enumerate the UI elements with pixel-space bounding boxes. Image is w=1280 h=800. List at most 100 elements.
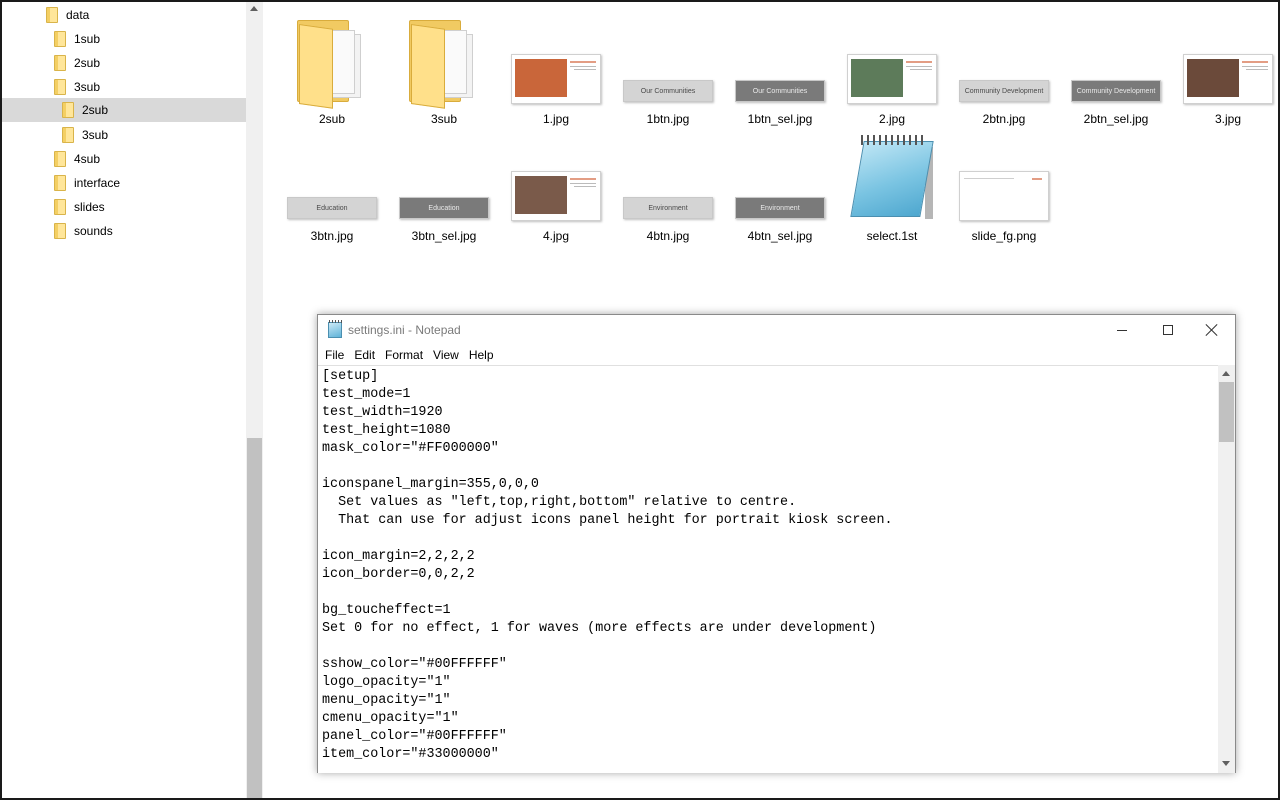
scroll-up-arrow-icon[interactable]: [1222, 371, 1230, 376]
menu-edit[interactable]: Edit: [349, 345, 380, 365]
file-item-image[interactable]: Our Communities 1btn_sel.jpg: [724, 10, 836, 126]
image-thumbnail: [847, 54, 937, 104]
editor-line: That can use for adjust icons panel heig…: [322, 513, 893, 528]
title-bar[interactable]: settings.ini - Notepad: [318, 315, 1235, 345]
maximize-button[interactable]: [1145, 315, 1191, 345]
tree-item-label: data: [66, 8, 90, 22]
file-item-image[interactable]: 3.jpg: [1172, 10, 1278, 126]
editor-line: test_height=1080: [322, 423, 451, 438]
scrollbar-thumb[interactable]: [1219, 382, 1234, 442]
image-thumbnail: [511, 171, 601, 221]
tree-item-sounds[interactable]: sounds: [54, 220, 246, 242]
tree-item-2sub-nested[interactable]: 2sub: [2, 98, 246, 122]
image-thumbnail: Community Development: [959, 80, 1049, 102]
tree-item-3sub[interactable]: 3sub: [54, 76, 246, 98]
file-item-image[interactable]: 1.jpg: [500, 10, 612, 126]
folder-icon: [62, 127, 74, 143]
tree-item-label: sounds: [74, 224, 113, 238]
image-thumbnail: Environment: [735, 197, 825, 219]
file-name: 2sub: [318, 112, 346, 126]
folder-icon: [62, 102, 74, 118]
file-item-image[interactable]: Community Development 2btn_sel.jpg: [1060, 10, 1172, 126]
editor-line: icon_border=0,0,2,2: [322, 567, 475, 582]
tree-item-interface[interactable]: interface: [54, 172, 246, 194]
menu-view[interactable]: View: [428, 345, 464, 365]
tree-item-2sub[interactable]: 2sub: [54, 52, 246, 74]
file-name: select.1st: [866, 229, 918, 243]
maximize-icon: [1163, 325, 1173, 335]
editor-line: bg_toucheffect=1: [322, 603, 451, 618]
file-name: 3btn_sel.jpg: [411, 229, 477, 243]
tree-item-label: 3sub: [74, 80, 101, 94]
window-title: settings.ini - Notepad: [348, 323, 461, 337]
image-thumbnail: [511, 54, 601, 104]
scrollbar-thumb[interactable]: [247, 438, 262, 798]
notepad-icon: [847, 133, 937, 223]
tree-item-slides[interactable]: slides: [54, 196, 246, 218]
folder-icon: [54, 31, 66, 47]
image-thumbnail: [1183, 54, 1273, 104]
image-thumbnail: Education: [287, 197, 377, 219]
editor-scrollbar[interactable]: [1218, 365, 1235, 773]
minimize-button[interactable]: [1099, 315, 1145, 345]
folder-icon: [54, 175, 66, 191]
file-item-folder[interactable]: 3sub: [388, 10, 500, 126]
editor-line: menu_opacity="1": [322, 693, 451, 708]
tree-item-label: slides: [74, 200, 105, 214]
file-name: 2btn_sel.jpg: [1083, 112, 1149, 126]
text-editor[interactable]: [setup] test_mode=1 test_width=1920 test_he…: [318, 365, 1218, 773]
folder-icon: [46, 7, 58, 23]
file-item-notepad[interactable]: select.1st: [836, 127, 948, 243]
file-item-image[interactable]: Our Communities 1btn.jpg: [612, 10, 724, 126]
menu-file[interactable]: File: [320, 345, 349, 365]
image-thumbnail: Our Communities: [735, 80, 825, 102]
minimize-icon: [1117, 329, 1127, 331]
editor-line: [setup]: [322, 369, 379, 384]
folder-icon: [54, 79, 66, 95]
tree-item-label: 2sub: [74, 56, 101, 70]
tree-item-label: interface: [74, 176, 121, 190]
editor-content: [setup] test_mode=1 test_width=1920 test_he…: [322, 368, 893, 764]
file-item-image[interactable]: Environment 4btn.jpg: [612, 127, 724, 243]
nav-scrollbar[interactable]: [246, 2, 263, 798]
file-name: 3sub: [430, 112, 458, 126]
editor-line: item_color="#33000000": [322, 747, 499, 762]
editor-line: sshow_color="#00FFFFFF": [322, 657, 507, 672]
image-thumbnail: Environment: [623, 197, 713, 219]
tree-item-label: 3sub: [82, 128, 109, 142]
editor-line: test_mode=1: [322, 387, 411, 402]
tree-item-4sub[interactable]: 4sub: [54, 148, 246, 170]
file-item-folder[interactable]: 2sub: [276, 10, 388, 126]
file-item-image[interactable]: Education 3btn.jpg: [276, 127, 388, 243]
file-item-image[interactable]: Environment 4btn_sel.jpg: [724, 127, 836, 243]
tree-item-data[interactable]: data: [46, 4, 246, 26]
editor-line: mask_color="#FF000000": [322, 441, 499, 456]
notepad-app-icon: [328, 320, 343, 338]
scroll-down-arrow-icon[interactable]: [1222, 761, 1230, 766]
file-name: 4.jpg: [542, 229, 570, 243]
tree-item-label: 4sub: [74, 152, 101, 166]
file-name: 4btn.jpg: [646, 229, 690, 243]
menu-help[interactable]: Help: [464, 345, 499, 365]
file-item-image[interactable]: 4.jpg: [500, 127, 612, 243]
menu-format[interactable]: Format: [380, 345, 428, 365]
file-name: 1btn_sel.jpg: [747, 112, 813, 126]
file-item-image[interactable]: Community Development 2btn.jpg: [948, 10, 1060, 126]
editor-line: Set values as "left,top,right,bottom" re…: [322, 495, 797, 510]
tree-item-label: 2sub: [82, 103, 109, 117]
file-item-image[interactable]: Education 3btn_sel.jpg: [388, 127, 500, 243]
editor-line: panel_color="#00FFFFFF": [322, 729, 507, 744]
tree-item-1sub[interactable]: 1sub: [54, 28, 246, 50]
tree-item-3sub-nested[interactable]: 3sub: [62, 124, 246, 146]
navigation-pane: data 1sub 2sub 3sub 2sub 3sub 4sub inter…: [2, 2, 246, 798]
editor-line: logo_opacity="1": [322, 675, 451, 690]
close-button[interactable]: [1189, 315, 1235, 345]
scroll-up-arrow-icon[interactable]: [250, 6, 258, 11]
file-grid: 2sub 3sub 1.jpg Our Communities 1btn.jpg…: [264, 2, 1278, 302]
file-item-image[interactable]: slide_fg.png: [948, 127, 1060, 243]
editor-line: cmenu_opacity="1": [322, 711, 459, 726]
file-item-image[interactable]: 2.jpg: [836, 10, 948, 126]
